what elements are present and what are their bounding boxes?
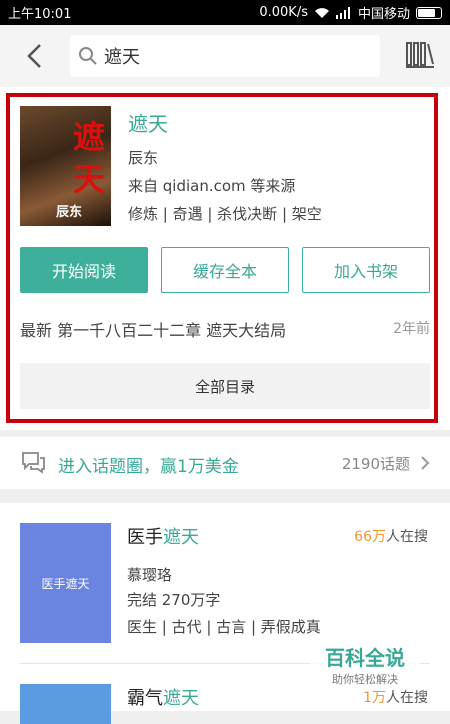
- latest-chapter-ago: 2年前: [393, 321, 430, 337]
- topic-circle-row[interactable]: 进入话题圈，赢1万美金 2190话题: [0, 437, 450, 489]
- result-title-highlight: 遮天: [163, 527, 199, 548]
- net-speed: 0.00K/s: [259, 5, 308, 20]
- status-right: 0.00K/s 中国移动: [259, 3, 442, 22]
- result-author: 慕璎珞: [127, 566, 173, 584]
- battery-icon: [416, 6, 442, 19]
- result-hot-num: 66万: [354, 529, 386, 545]
- result-hot: 66万人在搜: [354, 526, 428, 546]
- chevron-right-icon: [421, 456, 430, 470]
- carrier: 中国移动: [357, 7, 410, 22]
- status-time: 上午10:01: [8, 7, 72, 22]
- watermark-main: 百科全说: [325, 646, 405, 670]
- back-button[interactable]: [0, 25, 70, 87]
- signal-icon: [335, 6, 350, 19]
- result-title-prefix: 医手: [127, 527, 163, 548]
- result-title-highlight-2: 遮天: [163, 688, 199, 709]
- result-hot-suffix-2: 人在搜: [386, 690, 428, 706]
- result-cover-text: 医手遮天: [41, 576, 90, 591]
- result-hot-num-2: 1万: [363, 690, 386, 706]
- result-tags: 医生 | 古代 | 古言 | 弄假成真: [127, 618, 321, 636]
- status-bar: 上午10:01 0.00K/s 中国移动: [0, 0, 450, 25]
- search-input[interactable]: 遮天: [70, 35, 380, 77]
- cover-title-1: 遮: [72, 118, 105, 156]
- cover-title-2: 天: [72, 160, 105, 198]
- topic-count: 2190话题: [341, 455, 410, 473]
- cover-author: 辰东: [56, 205, 83, 220]
- search-icon: [79, 47, 97, 65]
- chat-bubble-icon: [22, 452, 45, 474]
- result-info: 完结 270万字: [127, 591, 221, 609]
- result-title-2[interactable]: 霸气遮天: [127, 684, 199, 710]
- start-reading-button[interactable]: 开始阅读: [20, 247, 148, 293]
- watermark-sub: 助你轻松解决: [332, 673, 398, 686]
- latest-chapter[interactable]: 最新 第一千八百二十二章 遮天大结局: [20, 317, 286, 341]
- result-hot-2: 1万人在搜: [363, 687, 428, 707]
- watermark-logo: 百科全说 助你轻松解决: [310, 640, 420, 688]
- cache-all-button[interactable]: 缓存全本: [161, 247, 289, 293]
- book-author: 辰东: [128, 149, 159, 167]
- book-title[interactable]: 遮天: [128, 108, 168, 137]
- book-cover[interactable]: 遮 天 辰东: [20, 106, 111, 226]
- book-source: 来自 qidian.com 等来源: [128, 177, 296, 195]
- wifi-icon: [314, 7, 329, 18]
- result-cover[interactable]: 医手遮天: [20, 523, 111, 643]
- bookshelf-icon[interactable]: [404, 39, 436, 71]
- chevron-left-icon: [27, 44, 41, 68]
- result-title-prefix-2: 霸气: [127, 688, 163, 709]
- top-bar: 遮天: [0, 25, 450, 87]
- result-hot-suffix: 人在搜: [386, 529, 428, 545]
- book-tags: 修炼 | 奇遇 | 杀伐决断 | 架空: [128, 205, 322, 223]
- add-to-shelf-button[interactable]: 加入书架: [302, 247, 430, 293]
- search-query: 遮天: [104, 47, 140, 68]
- result-cover-2[interactable]: [20, 684, 111, 724]
- result-title[interactable]: 医手遮天: [127, 523, 199, 549]
- topic-label: 进入话题圈，赢1万美金: [58, 457, 239, 477]
- table-of-contents-button[interactable]: 全部目录: [20, 363, 430, 409]
